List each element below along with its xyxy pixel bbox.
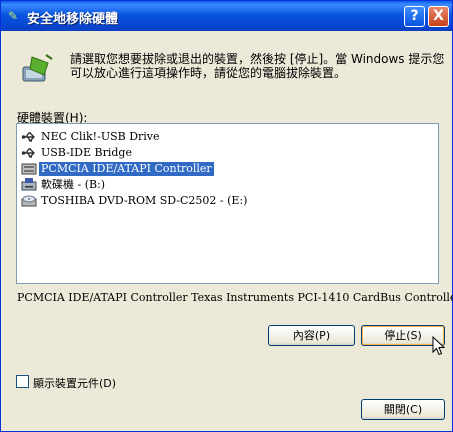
usb-icon (21, 132, 35, 142)
devices-listbox[interactable]: NEC Clik!-USB Drive USB-IDE Bridge PCMCI… (16, 123, 439, 284)
close-button[interactable]: 關閉(C) (361, 399, 445, 420)
mouse-cursor-icon (432, 336, 446, 356)
close-window-button[interactable]: X (428, 6, 449, 27)
controller-icon (21, 163, 37, 175)
device-label: 軟碟機 - (B:) (41, 178, 106, 191)
usb-icon (21, 148, 35, 158)
dialog-body: 請選取您想要拔除或退出的裝置，然後按 [停止]。當 Windows 提示您可以放… (4, 31, 453, 430)
instructions-text: 請選取您想要拔除或退出的裝置，然後按 [停止]。當 Windows 提示您可以放… (70, 52, 445, 80)
device-description: PCMCIA IDE/ATAPI Controller Texas Instru… (17, 291, 453, 304)
device-label: USB-IDE Bridge (41, 146, 132, 159)
dvd-drive-icon (21, 195, 37, 207)
properties-button[interactable]: 內容(P) (268, 325, 355, 346)
show-components-checkbox[interactable] (16, 375, 29, 388)
help-button[interactable]: ? (404, 6, 425, 27)
floppy-drive-icon (21, 178, 37, 191)
device-label: PCMCIA IDE/ATAPI Controller (39, 162, 214, 176)
show-components-label[interactable]: 顯示裝置元件(D) (33, 375, 116, 391)
hardware-icon: ✎ (8, 9, 19, 23)
title-bar[interactable]: ✎ 安全地移除硬體 ? X (1, 1, 452, 31)
remove-hardware-dialog: ✎ 安全地移除硬體 ? X 請選取您想要拔除或退出的裝置，然後按 [停止]。當 … (0, 0, 453, 432)
device-label: TOSHIBA DVD-ROM SD-C2502 - (E:) (41, 194, 248, 207)
device-label: NEC Clik!-USB Drive (41, 130, 160, 143)
safely-remove-hardware-icon (22, 54, 53, 82)
window-title: 安全地移除硬體 (27, 12, 119, 27)
